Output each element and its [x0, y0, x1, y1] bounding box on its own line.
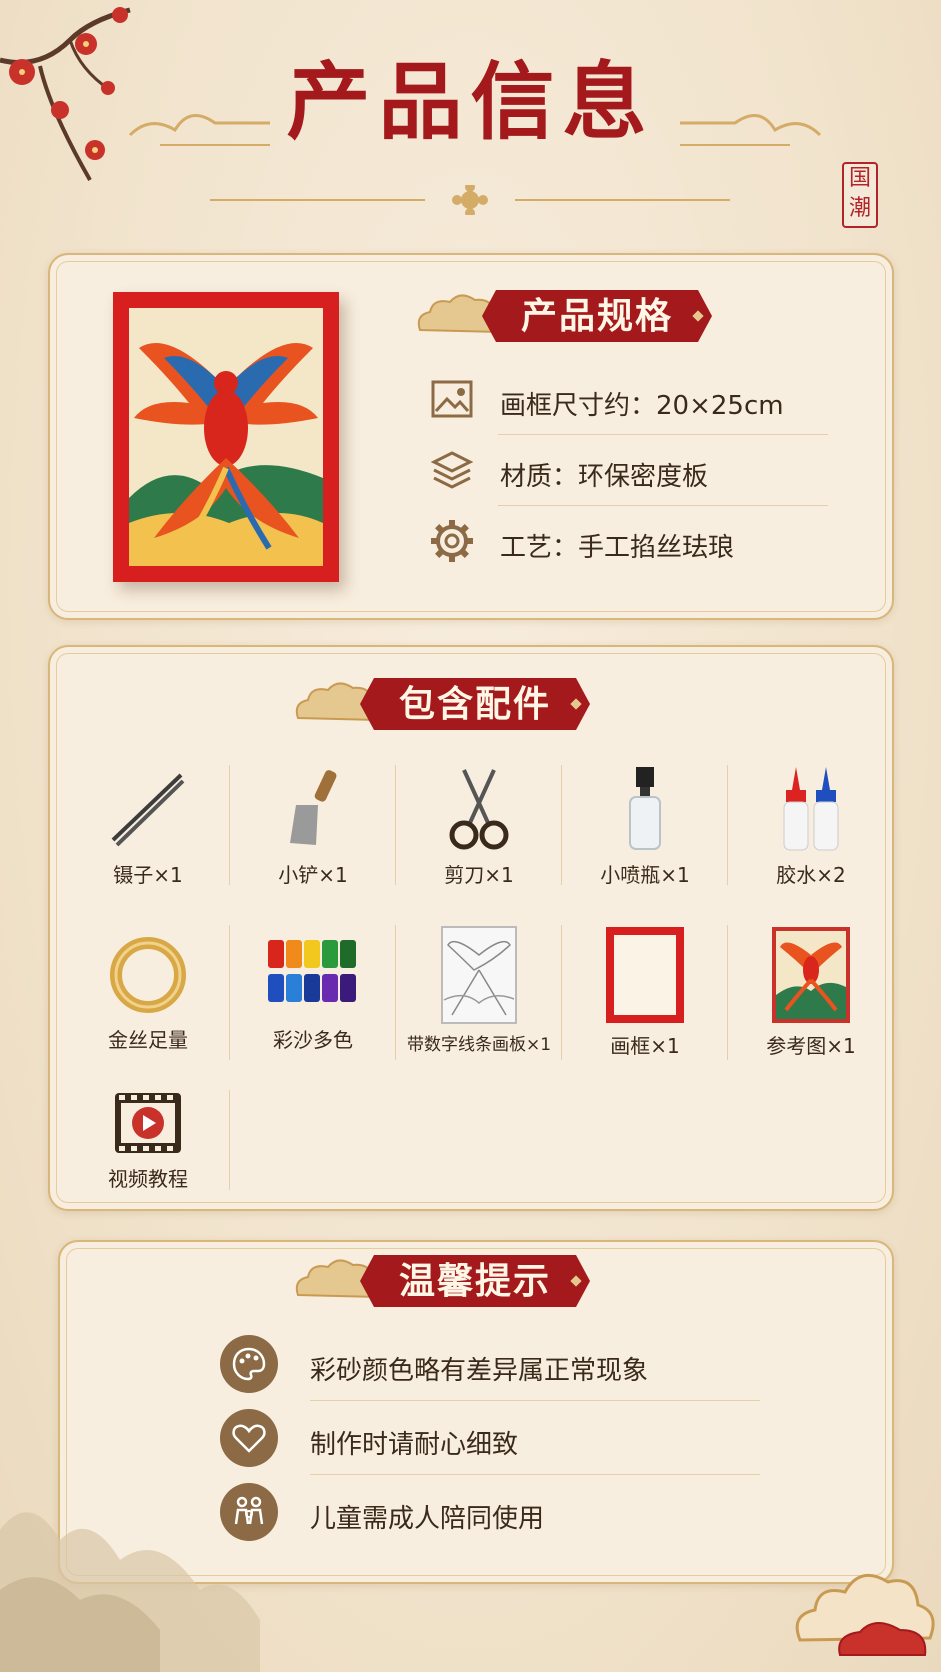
- accessories-heading: 包含配件: [360, 678, 590, 730]
- product-image: [113, 292, 339, 582]
- scissors-icon: [449, 769, 509, 850]
- header-divider-ornament: [210, 185, 730, 215]
- tweezers-icon: [111, 773, 185, 847]
- tip-text: 制作时请耐心细致: [310, 1430, 519, 1460]
- cloud-ornament-right: [680, 114, 822, 146]
- mountain-decoration: [0, 1512, 260, 1672]
- shovel-icon: [290, 770, 337, 845]
- spec-divider-1: [498, 434, 828, 435]
- tip-text: 儿童需成人陪同使用: [310, 1504, 545, 1534]
- reference-image-icon: [772, 927, 850, 1023]
- accessory-spray-bottle: 小喷瓶×1: [570, 765, 720, 905]
- spec-item-size: 画框尺寸约：20×25cm: [430, 365, 830, 435]
- accessory-frame: 画框×1: [570, 925, 720, 1065]
- frame-icon: [606, 927, 684, 1023]
- phoenix-artwork: [129, 308, 323, 566]
- tip-text: 彩砂颜色略有差异属正常现象: [310, 1356, 649, 1386]
- accessory-reference-image: 参考图×1: [736, 925, 886, 1065]
- spec-item-material: 材质：环保密度板: [430, 436, 830, 506]
- accessory-label: 画框×1: [610, 1034, 680, 1058]
- spec-size-text: 画框尺寸约：20×25cm: [500, 391, 784, 421]
- colored-sand-icon: [268, 940, 356, 1002]
- accessory-tweezers: 镊子×1: [73, 765, 223, 905]
- tip-item-patience: 制作时请耐心细致: [220, 1404, 740, 1474]
- accessory-glue: 胶水×2: [736, 765, 886, 905]
- accessory-label: 参考图×1: [766, 1034, 856, 1058]
- accessory-label: 小铲×1: [278, 863, 348, 887]
- accessory-gold-wire: 金丝足量: [73, 930, 223, 1070]
- tip-item-children: 儿童需成人陪同使用: [220, 1478, 740, 1548]
- spec-divider-2: [498, 505, 828, 506]
- spec-material-text: 材质：环保密度板: [500, 462, 709, 492]
- heart-icon: [232, 1424, 266, 1453]
- accessory-label: 小喷瓶×1: [600, 863, 690, 887]
- accessory-scissors: 剪刀×1: [404, 765, 554, 905]
- accessory-label: 视频教程: [108, 1167, 188, 1191]
- separator: [229, 1090, 230, 1190]
- separator: [395, 765, 396, 885]
- auspicious-cloud-decoration: [795, 1573, 935, 1656]
- accessory-label: 彩沙多色: [273, 1028, 353, 1052]
- tip-divider-1: [310, 1400, 760, 1401]
- accessory-label: 剪刀×1: [444, 863, 514, 887]
- spec-craft-text: 工艺：手工掐丝珐琅: [500, 533, 735, 563]
- separator: [229, 925, 230, 1060]
- tip-item-color: 彩砂颜色略有差异属正常现象: [220, 1330, 740, 1400]
- tip-divider-2: [310, 1474, 760, 1475]
- separator: [561, 925, 562, 1060]
- spec-heading: 产品规格: [482, 290, 712, 342]
- tip-icon-circle: [220, 1335, 278, 1393]
- separator: [727, 765, 728, 885]
- separator: [727, 925, 728, 1060]
- accessory-label: 镊子×1: [113, 863, 183, 887]
- line-drawing-board-icon: [441, 926, 517, 1024]
- image-icon: [431, 380, 473, 418]
- gold-wire-icon: [110, 937, 186, 1013]
- separator: [395, 925, 396, 1060]
- guochao-seal: 国 潮: [842, 162, 878, 228]
- gear-icon: [431, 520, 473, 562]
- accessory-shovel: 小铲×1: [238, 765, 388, 905]
- separator: [561, 765, 562, 885]
- accessory-label: 胶水×2: [776, 863, 846, 887]
- accessory-line-board: 带数字线条画板×1: [404, 925, 554, 1065]
- cloud-ornament-left: [128, 114, 270, 146]
- tip-icon-circle: [220, 1409, 278, 1467]
- separator: [229, 765, 230, 885]
- glue-bottles-icon: [783, 767, 839, 851]
- spray-bottle-icon: [629, 767, 661, 850]
- video-play-icon: [115, 1093, 181, 1153]
- palette-icon: [232, 1347, 266, 1381]
- accessory-label: 带数字线条画板×1: [406, 1035, 552, 1055]
- tips-heading: 温馨提示: [360, 1255, 590, 1307]
- accessory-video: 视频教程: [73, 1085, 223, 1225]
- accessory-colored-sand: 彩沙多色: [238, 930, 388, 1070]
- layers-icon: [430, 451, 474, 489]
- spec-item-craft: 工艺：手工掐丝珐琅: [430, 507, 830, 577]
- accessory-label: 金丝足量: [108, 1028, 188, 1052]
